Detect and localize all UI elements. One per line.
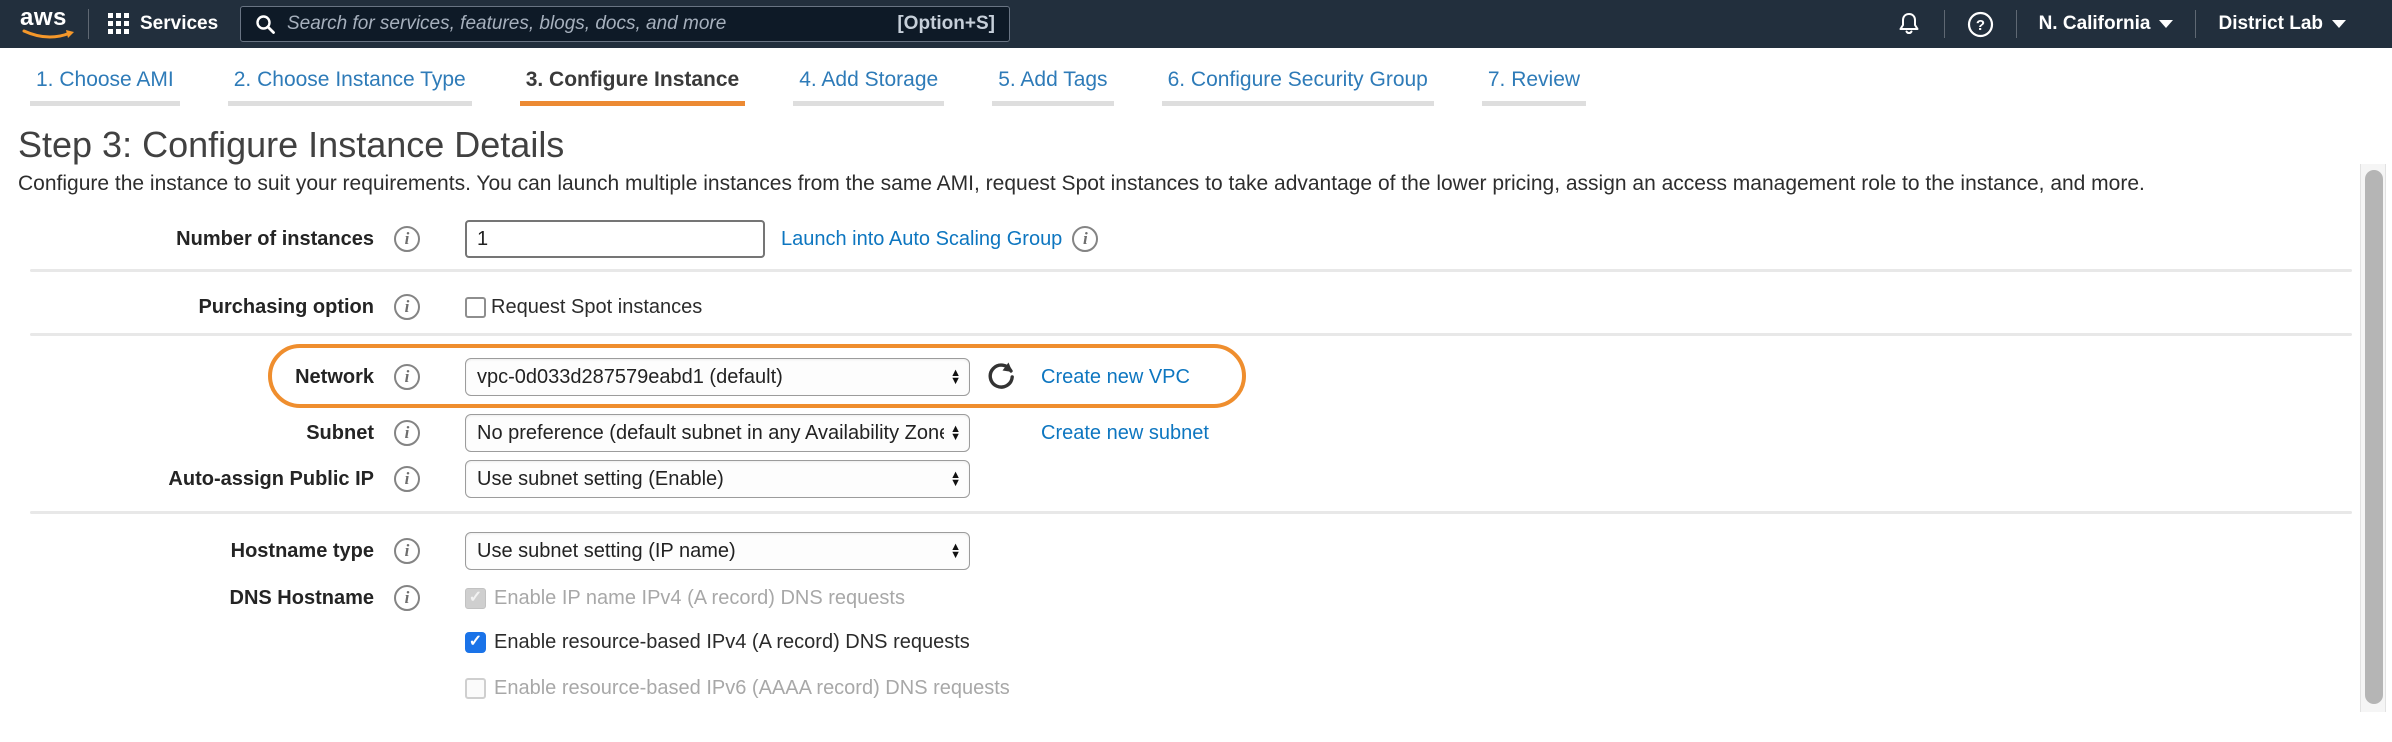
number-of-instances-label: Number of instances bbox=[0, 228, 374, 251]
instance-count-input[interactable] bbox=[465, 220, 765, 258]
enable-resource-based-ipv4-dns-checkbox[interactable]: ✓ bbox=[465, 632, 486, 653]
subnet-row: Subnet i No preference (default subnet i… bbox=[0, 414, 1700, 452]
info-icon[interactable]: i bbox=[394, 466, 420, 492]
number-of-instances-row: Number of instances i Launch into Auto S… bbox=[0, 220, 1700, 258]
enable-ip-name-ipv4-dns-checkbox: ✓ bbox=[465, 588, 486, 609]
hostname-type-select-value: Use subnet setting (IP name) bbox=[477, 540, 944, 563]
page-title: Step 3: Configure Instance Details bbox=[18, 124, 564, 166]
select-arrows-icon: ▲▼ bbox=[950, 369, 961, 385]
subnet-label: Subnet bbox=[0, 422, 374, 445]
hostname-type-label: Hostname type bbox=[0, 540, 374, 563]
purchasing-option-label: Purchasing option bbox=[0, 296, 374, 319]
enable-resource-based-ipv6-dns-label: Enable resource-based IPv6 (AAAA record)… bbox=[494, 677, 1010, 700]
select-arrows-icon: ▲▼ bbox=[950, 425, 961, 441]
dns-hostname-label: DNS Hostname bbox=[0, 587, 374, 610]
wizard-step-tabs: 1. Choose AMI 2. Choose Instance Type 3.… bbox=[0, 48, 2392, 106]
aws-logo-text: aws bbox=[20, 7, 80, 29]
info-icon[interactable]: i bbox=[394, 585, 420, 611]
aws-console-navbar: aws Services [Option+S] bbox=[0, 0, 2392, 48]
hostname-type-select[interactable]: Use subnet setting (IP name) ▲▼ bbox=[465, 532, 970, 570]
create-new-vpc-link[interactable]: Create new VPC bbox=[1041, 366, 1190, 389]
console-search-bar[interactable]: [Option+S] bbox=[240, 6, 1010, 42]
region-selector[interactable]: N. California bbox=[2017, 0, 2196, 48]
section-divider bbox=[30, 269, 2352, 272]
select-arrows-icon: ▲▼ bbox=[950, 543, 961, 559]
network-select-value: vpc-0d033d287579eabd1 (default) bbox=[477, 366, 944, 389]
aws-logo[interactable]: aws bbox=[20, 7, 80, 41]
vertical-scrollbar-thumb[interactable] bbox=[2365, 170, 2383, 704]
dns-hostname-checkbox-row: Enable resource-based IPv6 (AAAA record)… bbox=[0, 669, 1700, 707]
tab-configure-security-group[interactable]: 6. Configure Security Group bbox=[1162, 68, 1434, 106]
info-icon[interactable]: i bbox=[394, 294, 420, 320]
navbar-right-cluster: ? N. California District Lab bbox=[1874, 0, 2368, 48]
bell-icon bbox=[1896, 11, 1922, 37]
network-select[interactable]: vpc-0d033d287579eabd1 (default) ▲▼ bbox=[465, 358, 970, 396]
grid-icon bbox=[108, 13, 130, 35]
refresh-vpc-button[interactable] bbox=[985, 361, 1017, 393]
enable-resource-based-ipv6-dns-checkbox bbox=[465, 678, 486, 699]
subnet-select-value: No preference (default subnet in any Ava… bbox=[477, 422, 944, 445]
svg-text:?: ? bbox=[1975, 17, 1984, 34]
tab-add-tags[interactable]: 5. Add Tags bbox=[992, 68, 1113, 106]
notifications-button[interactable] bbox=[1874, 0, 1944, 48]
info-icon[interactable]: i bbox=[394, 538, 420, 564]
create-new-subnet-link[interactable]: Create new subnet bbox=[1041, 422, 1209, 445]
section-divider bbox=[30, 333, 2352, 336]
region-label: N. California bbox=[2039, 13, 2151, 35]
dns-hostname-checkbox-row: ✓ Enable resource-based IPv4 (A record) … bbox=[0, 623, 1700, 661]
tab-choose-ami[interactable]: 1. Choose AMI bbox=[30, 68, 180, 106]
auto-assign-public-ip-label: Auto-assign Public IP bbox=[0, 468, 374, 491]
ec2-launch-wizard-page: aws Services [Option+S] bbox=[0, 0, 2392, 742]
enable-resource-based-ipv4-dns-label: Enable resource-based IPv4 (A record) DN… bbox=[494, 631, 970, 654]
purchasing-option-row: Purchasing option i Request Spot instanc… bbox=[0, 288, 1700, 326]
info-icon[interactable]: i bbox=[394, 226, 420, 252]
select-arrows-icon: ▲▼ bbox=[950, 471, 961, 487]
auto-assign-public-ip-select-value: Use subnet setting (Enable) bbox=[477, 468, 944, 491]
dns-hostname-row: DNS Hostname i ✓ Enable IP name IPv4 (A … bbox=[0, 579, 1700, 617]
request-spot-instances-checkbox[interactable] bbox=[465, 297, 486, 318]
navbar-divider bbox=[88, 9, 89, 39]
services-label: Services bbox=[140, 13, 218, 35]
help-button[interactable]: ? bbox=[1945, 0, 2016, 48]
page-description: Configure the instance to suit your requ… bbox=[18, 172, 2145, 196]
account-label: District Lab bbox=[2218, 13, 2323, 35]
info-icon[interactable]: i bbox=[394, 420, 420, 446]
refresh-icon bbox=[985, 361, 1017, 393]
vertical-scrollbar-track[interactable] bbox=[2360, 164, 2386, 712]
enable-ip-name-ipv4-dns-label: Enable IP name IPv4 (A record) DNS reque… bbox=[494, 587, 905, 610]
network-label: Network bbox=[0, 366, 374, 389]
services-menu-button[interactable]: Services bbox=[108, 0, 218, 48]
info-icon[interactable]: i bbox=[1072, 226, 1098, 252]
request-spot-instances-label: Request Spot instances bbox=[491, 296, 702, 319]
launch-into-auto-scaling-group-link[interactable]: Launch into Auto Scaling Group bbox=[781, 228, 1062, 251]
search-input[interactable] bbox=[287, 13, 885, 35]
section-divider bbox=[30, 511, 2352, 514]
tab-configure-instance[interactable]: 3. Configure Instance bbox=[520, 68, 746, 106]
network-row: Network i vpc-0d033d287579eabd1 (default… bbox=[0, 358, 1700, 396]
subnet-select[interactable]: No preference (default subnet in any Ava… bbox=[465, 414, 970, 452]
auto-assign-public-ip-select[interactable]: Use subnet setting (Enable) ▲▼ bbox=[465, 460, 970, 498]
search-keyboard-shortcut: [Option+S] bbox=[897, 13, 995, 35]
help-icon: ? bbox=[1967, 11, 1994, 38]
chevron-down-icon bbox=[2159, 20, 2173, 28]
account-menu[interactable]: District Lab bbox=[2196, 0, 2368, 48]
tab-review[interactable]: 7. Review bbox=[1482, 68, 1586, 106]
aws-logo-swoosh bbox=[22, 29, 76, 41]
auto-assign-public-ip-row: Auto-assign Public IP i Use subnet setti… bbox=[0, 460, 1700, 498]
chevron-down-icon bbox=[2332, 20, 2346, 28]
tab-add-storage[interactable]: 4. Add Storage bbox=[793, 68, 944, 106]
tab-choose-instance-type[interactable]: 2. Choose Instance Type bbox=[228, 68, 472, 106]
search-icon bbox=[255, 14, 275, 34]
hostname-type-row: Hostname type i Use subnet setting (IP n… bbox=[0, 532, 1700, 570]
info-icon[interactable]: i bbox=[394, 364, 420, 390]
